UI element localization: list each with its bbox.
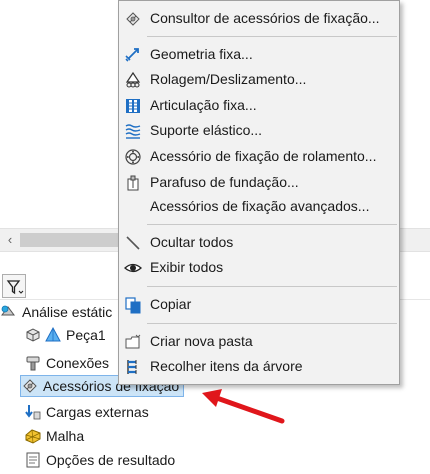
menu-item-hide-all[interactable]: Ocultar todos	[119, 230, 399, 255]
menu-item-label: Geometria fixa...	[150, 46, 253, 62]
menu-separator	[147, 224, 397, 225]
menu-item-collapse-tree[interactable]: Recolher itens da árvore	[119, 354, 399, 379]
tree-item-connections[interactable]: Conexões	[24, 352, 109, 374]
tree-item-result-options[interactable]: Opções de resultado	[24, 449, 175, 471]
tree-root-label: Análise estátic	[22, 304, 113, 320]
menu-item-advanced-fixtures[interactable]: Acessórios de fixação avançados...	[119, 194, 399, 219]
menu-item-fixed-hinge[interactable]: Articulação fixa...	[119, 93, 399, 118]
connections-icon	[24, 354, 42, 372]
menu-item-label: Articulação fixa...	[150, 97, 257, 113]
fixed-hinge-icon	[123, 96, 143, 116]
tree-item-part1[interactable]: Peça1	[24, 324, 106, 346]
elastic-support-icon	[123, 121, 143, 141]
tree-item-mesh[interactable]: Malha	[24, 425, 84, 447]
menu-item-label: Ocultar todos	[150, 234, 234, 250]
result-options-icon	[24, 451, 42, 469]
bearing-fixture-icon	[123, 147, 143, 167]
menu-item-label: Acessórios de fixação avançados...	[150, 198, 370, 214]
menu-item-label: Acessório de fixação de rolamento...	[150, 148, 377, 164]
part-solid-icon	[44, 326, 62, 344]
menu-item-show-all[interactable]: Exibir todos	[119, 255, 399, 280]
tree-root-static-analysis[interactable]: Análise estátic	[0, 301, 112, 323]
menu-item-label: Rolagem/Deslizamento...	[150, 71, 307, 87]
menu-item-fixed-geometry[interactable]: Geometria fixa...	[119, 42, 399, 67]
menu-item-label: Exibir todos	[150, 259, 224, 275]
menu-item-fixture-advisor[interactable]: Consultor de acessórios de fixação...	[119, 6, 399, 31]
tree-item-label: Cargas externas	[46, 404, 149, 420]
menu-item-copy[interactable]: Copiar	[119, 292, 399, 317]
menu-item-create-folder[interactable]: Criar nova pasta	[119, 329, 399, 354]
roller-slider-icon	[123, 70, 143, 90]
menu-separator	[147, 36, 397, 37]
menu-item-label: Consultor de acessórios de fixação...	[150, 10, 380, 26]
eye-icon	[123, 258, 143, 278]
scrollbar-thumb[interactable]	[20, 233, 120, 247]
mesh-icon	[24, 427, 42, 445]
foundation-bolt-icon	[123, 173, 143, 193]
fixtures-context-menu: Consultor de acessórios de fixação... Ge…	[118, 0, 400, 385]
tree-item-external-loads[interactable]: Cargas externas	[24, 401, 149, 423]
tree-item-label: Opções de resultado	[46, 452, 176, 468]
external-loads-icon	[24, 403, 42, 421]
hide-all-icon	[123, 233, 143, 253]
collapse-tree-icon	[123, 357, 143, 377]
menu-item-elastic-support[interactable]: Suporte elástico...	[119, 118, 399, 143]
fixed-geometry-icon	[123, 45, 143, 65]
tree-item-label: Peça1	[66, 327, 106, 343]
advisor-icon	[123, 9, 143, 29]
menu-separator	[147, 286, 397, 287]
menu-item-label: Copiar	[150, 296, 192, 312]
menu-separator	[147, 323, 397, 324]
menu-item-roller-slider[interactable]: Rolagem/Deslizamento...	[119, 67, 399, 92]
menu-item-label: Parafuso de fundação...	[150, 174, 299, 190]
copy-icon	[123, 295, 143, 315]
annotation-arrow-icon	[202, 389, 285, 424]
part-icon	[24, 326, 42, 344]
menu-item-foundation-bolt[interactable]: Parafuso de fundação...	[119, 170, 399, 195]
fixtures-icon	[21, 377, 39, 395]
filter-funnel-icon	[6, 280, 24, 295]
menu-item-label: Criar nova pasta	[150, 333, 253, 349]
static-analysis-icon	[0, 303, 18, 321]
menu-item-label: Suporte elástico...	[150, 122, 263, 138]
scroll-left-arrow-icon[interactable]: ‹	[4, 232, 16, 248]
new-folder-icon	[123, 332, 143, 352]
menu-item-bearing-fixture[interactable]: Acessório de fixação de rolamento...	[119, 144, 399, 169]
tree-item-label: Conexões	[46, 355, 110, 371]
filter-button[interactable]	[2, 274, 26, 298]
tree-item-label: Malha	[46, 428, 85, 444]
menu-item-label: Recolher itens da árvore	[150, 358, 303, 374]
